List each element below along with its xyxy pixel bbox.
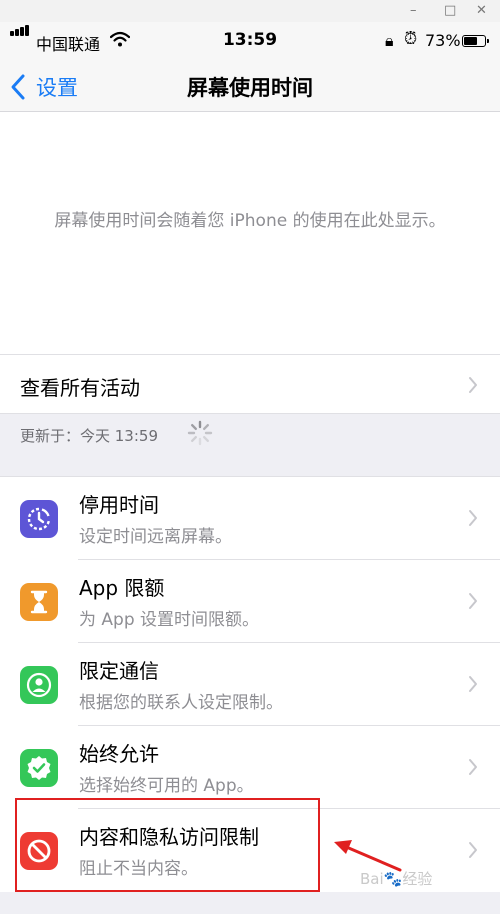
list-item-title: 始终允许: [79, 742, 159, 766]
chevron-right-icon: [469, 759, 477, 775]
battery-percentage: 73%: [425, 31, 461, 50]
alarm-icon: ⏰︎: [404, 29, 418, 49]
view-all-activity-label: 查看所有活动: [20, 376, 140, 400]
navigation-bar: 设置 屏幕使用时间: [0, 62, 500, 112]
list-item-subtitle: 设定时间远离屏幕。: [79, 527, 232, 547]
hourglass-icon: [20, 583, 58, 621]
list-item-title: 停用时间: [79, 493, 159, 517]
chevron-right-icon: [469, 510, 477, 526]
page-title: 屏幕使用时间: [187, 76, 313, 100]
list-item-subtitle: 根据您的联系人设定限制。: [79, 693, 283, 713]
usage-placeholder-text: 屏幕使用时间会随着您 iPhone 的使用在此处显示。: [54, 211, 446, 231]
rotation-lock-icon: 🔒︎: [385, 31, 394, 50]
checkmark-badge-icon: [20, 749, 58, 787]
status-bar: 中国联通 13:59 🔒︎ ⏰︎ 73%: [0, 22, 500, 62]
chevron-right-icon: [469, 676, 477, 692]
list-item-title: 限定通信: [79, 659, 159, 683]
list-item-communication-limits[interactable]: 限定通信 根据您的联系人设定限制。: [0, 643, 500, 726]
minimize-button[interactable]: –: [410, 2, 417, 20]
annotation-arrow-icon: [334, 840, 402, 872]
chevron-right-icon: [469, 377, 477, 393]
updated-timestamp: 更新于：今天 13:59: [20, 427, 158, 445]
watermark: Bai🐾经验: [360, 870, 433, 888]
list-item-downtime[interactable]: 停用时间 设定时间远离屏幕。: [0, 477, 500, 560]
highlight-box: [15, 798, 320, 892]
list-item-app-limits[interactable]: App 限额 为 App 设置时间限额。: [0, 560, 500, 643]
chevron-right-icon: [469, 593, 477, 609]
contact-icon: [20, 666, 58, 704]
list-item-subtitle: 为 App 设置时间限额。: [79, 610, 260, 630]
battery-icon: [462, 35, 489, 47]
close-button[interactable]: ✕: [476, 2, 487, 20]
downtime-icon: [20, 500, 58, 538]
list-item-always-allowed[interactable]: 始终允许 选择始终可用的 App。: [0, 726, 500, 809]
list-item-subtitle: 选择始终可用的 App。: [79, 776, 254, 796]
view-all-activity-row[interactable]: 查看所有活动: [0, 354, 500, 414]
loading-spinner-icon: [187, 420, 213, 446]
usage-placeholder: 屏幕使用时间会随着您 iPhone 的使用在此处显示。: [0, 112, 500, 354]
list-item-title: App 限额: [79, 576, 165, 600]
chevron-right-icon: [469, 842, 477, 858]
maximize-button[interactable]: □: [444, 2, 456, 20]
window-titlebar: – □ ✕: [0, 0, 500, 22]
